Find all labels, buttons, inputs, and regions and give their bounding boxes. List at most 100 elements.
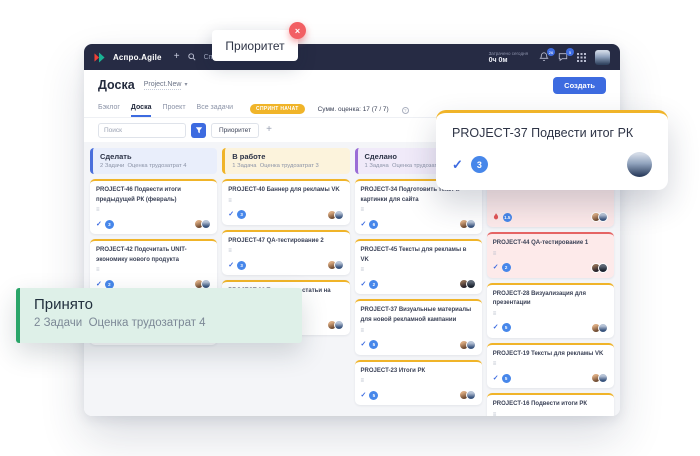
- board-select[interactable]: Project.New ▾: [144, 81, 188, 90]
- chevron-down-icon: ▾: [184, 82, 187, 88]
- avatar: [466, 279, 476, 289]
- estimate-badge: 5: [369, 340, 378, 349]
- messages-icon[interactable]: 5: [558, 52, 568, 62]
- apps-grid-icon[interactable]: [577, 53, 586, 62]
- assignee-avatars: [327, 260, 344, 270]
- sprint-status-badge: СПРИНТ НАЧАТ: [250, 104, 305, 114]
- board-header: Доска Project.New ▾ Создать: [84, 70, 620, 100]
- zoomed-task-card[interactable]: PROJECT-37 Подвести итог РК ✓ 3: [436, 110, 668, 190]
- avatar: [598, 212, 608, 222]
- checkmark-icon: ✓: [493, 375, 499, 382]
- task-card[interactable]: PROJECT-16 Подвести итоги РК≡: [487, 393, 614, 416]
- tab-board[interactable]: Доска: [131, 104, 152, 117]
- app-name: Аспро.Agile: [113, 53, 162, 62]
- estimate-badge: 3: [237, 261, 246, 270]
- time-tracker[interactable]: Затрачено сегодня 0ч 0м: [489, 51, 528, 64]
- info-icon[interactable]: ?: [402, 107, 409, 114]
- task-footer: ✓5: [493, 373, 608, 383]
- task-card[interactable]: PROJECT-28 Визуализация для презентации≡…: [487, 283, 614, 338]
- description-icon: ≡: [361, 378, 476, 384]
- estimate-badge: 5: [502, 374, 511, 383]
- avatar: [466, 340, 476, 350]
- assignee-avatars: [459, 279, 476, 289]
- assignee-avatars: [459, 219, 476, 229]
- messages-badge: 5: [566, 48, 574, 56]
- app-window: Аспро.Agile + Сп Затрачено сегодня 0ч 0м…: [84, 44, 620, 416]
- task-card[interactable]: PROJECT-19 Тексты для рекламы VK≡✓5: [487, 343, 614, 389]
- estimate-badge: 2: [502, 263, 511, 272]
- topbar-right: Затрачено сегодня 0ч 0м 26 5: [489, 50, 610, 65]
- task-footer: ✓5: [361, 390, 476, 400]
- topbar: Аспро.Agile + Сп Затрачено сегодня 0ч 0м…: [84, 44, 620, 70]
- deadline-flame-icon: [493, 213, 499, 221]
- avatar: [334, 210, 344, 220]
- assignee-avatars: [591, 212, 608, 222]
- assignee-avatars: [194, 219, 211, 229]
- tab-backlog[interactable]: Бэклог: [98, 104, 120, 117]
- search-icon[interactable]: [188, 53, 196, 61]
- task-footer: ✓3: [228, 260, 343, 270]
- column-subtitle: 1 Задача Оценка трудозатрат 3: [232, 163, 342, 169]
- marketing-screenshot: Аспро.Agile + Сп Затрачено сегодня 0ч 0м…: [0, 0, 700, 456]
- user-avatar[interactable]: [595, 50, 610, 65]
- add-icon[interactable]: +: [174, 52, 180, 62]
- description-icon: ≡: [361, 328, 476, 334]
- task-card[interactable]: PROJECT-46 Подвести итоги предыдущей РК …: [90, 179, 217, 234]
- avatar: [466, 390, 476, 400]
- description-icon: ≡: [361, 207, 476, 213]
- description-icon: ≡: [228, 248, 343, 254]
- task-title: PROJECT-23 Итоги РК: [361, 367, 476, 377]
- checkmark-icon: ✓: [96, 221, 102, 228]
- page-title: Доска: [98, 78, 135, 92]
- checkmark-icon: ✓: [361, 392, 367, 399]
- task-card[interactable]: PROJECT-40 Баннер для рекламы VK≡✓3: [222, 179, 349, 225]
- task-title: PROJECT-45 Тексты для рекламы в VK: [361, 246, 476, 265]
- estimate-badge: 2: [369, 280, 378, 289]
- task-title: PROJECT-28 Визуализация для презентации: [493, 290, 608, 309]
- checkmark-icon: ✓: [493, 264, 499, 271]
- close-icon[interactable]: ×: [289, 22, 306, 39]
- task-footer: ✓5: [361, 340, 476, 350]
- avatar: [466, 219, 476, 229]
- description-icon: ≡: [493, 361, 608, 367]
- checkmark-icon: ✓: [228, 211, 234, 218]
- column-header[interactable]: Сделать2 Задачи Оценка трудозатрат 4: [90, 148, 217, 174]
- add-filter-button[interactable]: +: [266, 125, 272, 135]
- checkmark-icon: ✓: [361, 341, 367, 348]
- assignee-avatars: [459, 340, 476, 350]
- description-icon: ≡: [361, 267, 476, 273]
- description-icon: ≡: [228, 198, 343, 204]
- filter-funnel-button[interactable]: [191, 123, 206, 138]
- checkmark-icon: ✓: [361, 281, 367, 288]
- assignee-avatars: [591, 263, 608, 273]
- task-card[interactable]: PROJECT-37 Визуальные материалы для ново…: [355, 299, 482, 354]
- tab-all-tasks[interactable]: Все задачи: [197, 104, 234, 117]
- zoomed-task-title: PROJECT-37 Подвести итог РК: [452, 126, 652, 140]
- task-footer: ✓6: [361, 219, 476, 229]
- notifications-bell-icon[interactable]: 26: [539, 52, 549, 62]
- avatar: [334, 320, 344, 330]
- task-card[interactable]: PROJECT-42 Подсчитать UNIT-экономику нов…: [90, 239, 217, 294]
- tab-project[interactable]: Проект: [162, 104, 185, 117]
- task-card[interactable]: PROJECT-23 Итоги РК≡ ✓5: [355, 360, 482, 406]
- search-input[interactable]: [98, 123, 186, 138]
- column-header[interactable]: В работе1 Задача Оценка трудозатрат 3: [222, 148, 349, 174]
- sprint-summary: Сумм. оценка: 17 (7 / 7): [318, 106, 389, 113]
- checkmark-icon: ✓: [361, 221, 367, 228]
- zoomed-column-subtitle: 2 Задачи Оценка трудозатрат 4: [34, 317, 288, 329]
- assignee-avatar: [627, 152, 652, 177]
- task-card[interactable]: PROJECT-47 QA-тестирование 2≡✓3: [222, 230, 349, 276]
- checkmark-icon: ✓: [228, 262, 234, 269]
- estimate-badge: 1.5: [503, 213, 512, 222]
- avatar: [598, 373, 608, 383]
- create-button[interactable]: Создать: [553, 77, 606, 94]
- priority-filter-chip[interactable]: Приоритет: [211, 123, 259, 138]
- task-card[interactable]: PROJECT-45 Тексты для рекламы в VK ≡ ✓2: [355, 239, 482, 294]
- avatar: [334, 260, 344, 270]
- assignee-avatars: [327, 210, 344, 220]
- assignee-avatars: [459, 390, 476, 400]
- description-icon: ≡: [493, 412, 608, 416]
- estimate-badge: 5: [502, 323, 511, 332]
- estimate-badge: 5: [369, 391, 378, 400]
- task-card[interactable]: PROJECT-44 QA-тестирование 1≡✓2: [487, 232, 614, 278]
